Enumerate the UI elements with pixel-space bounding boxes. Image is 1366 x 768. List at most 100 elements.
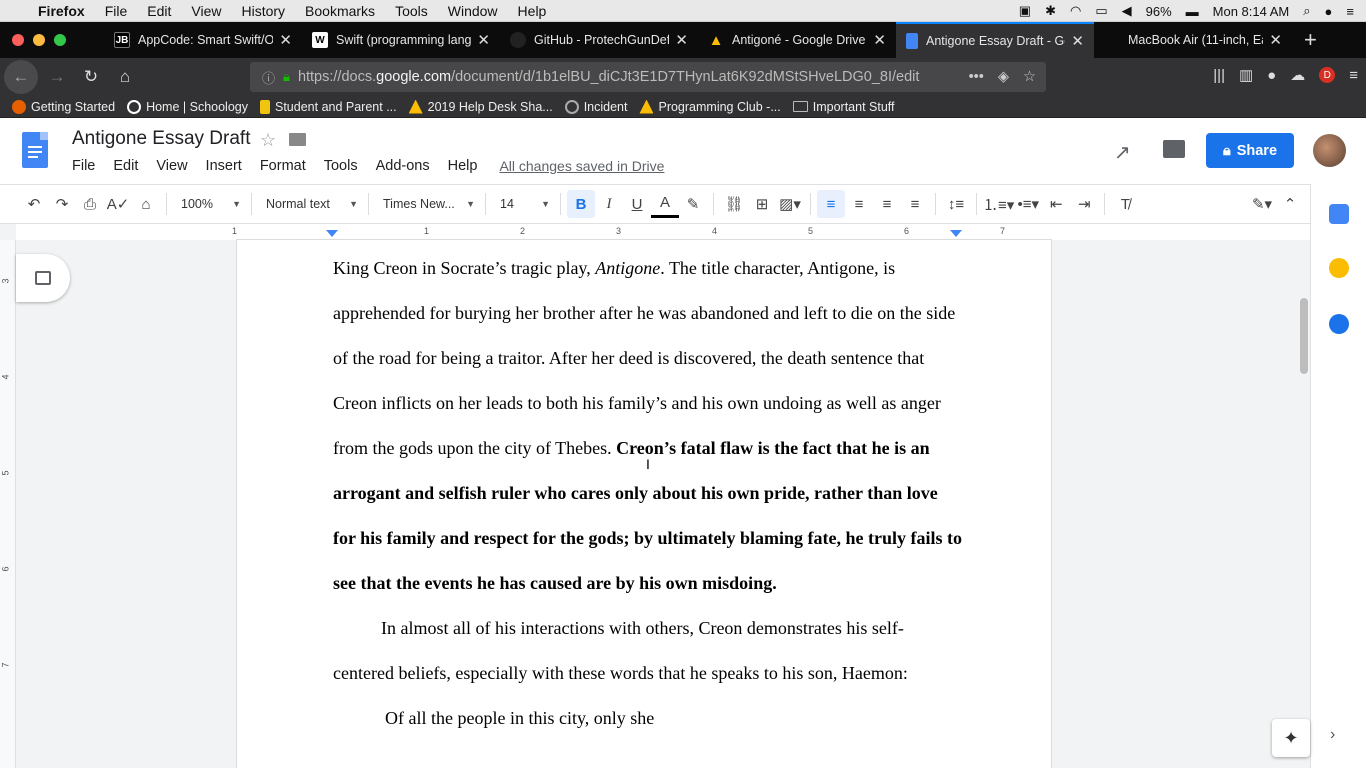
zoom-window-button[interactable] [54,34,66,46]
comments-icon[interactable] [1163,140,1185,158]
bluetooth-icon[interactable]: ✱ [1045,3,1056,19]
page-actions-icon[interactable]: ••• [969,69,984,85]
link-icon[interactable]: ⛓ [720,190,748,218]
tab-macbook-air[interactable]: MacBook Air (11-inch, Earl ✕ [1094,22,1292,58]
menu-window[interactable]: Window [448,3,498,19]
bookmark-help-desk[interactable]: 2019 Help Desk Sha... [408,99,553,114]
bookmark-programming-club[interactable]: Programming Club -... [639,99,781,114]
tab-appcode[interactable]: JB AppCode: Smart Swift/Obj ✕ [104,22,302,58]
share-button[interactable]: 🔒︎ Share [1206,133,1294,168]
docs-menu-help[interactable]: Help [448,158,478,174]
volume-icon[interactable]: ◀ [1122,3,1132,19]
clock[interactable]: Mon 8:14 AM [1213,4,1290,19]
close-window-button[interactable] [12,34,24,46]
reload-button[interactable]: ↻ [76,62,106,92]
app-menu[interactable]: Firefox [38,3,85,19]
numbered-list-icon[interactable]: ⒈≡▾ [983,190,1014,218]
minimize-window-button[interactable] [33,34,45,46]
increase-indent-icon[interactable]: ⇥ [1070,190,1098,218]
document-title[interactable]: Antigone Essay Draft [72,128,250,150]
url-bar[interactable]: ⓘ 🔒︎ https://docs.google.com/document/d/… [250,62,1046,92]
docs-menu-tools[interactable]: Tools [324,158,358,174]
docs-menu-file[interactable]: File [72,158,95,174]
left-indent-marker[interactable] [326,230,338,237]
line-spacing-icon[interactable]: ↕≡ [942,190,970,218]
bookmark-student-parent[interactable]: Student and Parent ... [260,99,397,114]
bookmark-incident[interactable]: Incident [564,99,627,114]
battery-icon[interactable]: ▬ [1186,4,1199,19]
spotlight-icon[interactable]: ⌕ [1303,3,1310,19]
save-status[interactable]: All changes saved in Drive [499,158,664,174]
back-button[interactable]: ← [4,60,38,94]
style-select[interactable]: Normal text ▼ [258,190,362,218]
new-tab-button[interactable]: + [1292,22,1317,58]
docs-menu-edit[interactable]: Edit [113,158,138,174]
document-outline-button[interactable] [16,254,70,302]
font-select[interactable]: Times New... ▼ [375,190,479,218]
battery-percent[interactable]: 96% [1146,4,1172,19]
pocket-icon[interactable]: ◈ [998,69,1009,85]
align-center-icon[interactable]: ≡ [845,190,873,218]
bookmark-folder-important[interactable]: Important Stuff [792,100,895,114]
document-page[interactable]: King Creon in Socrate’s tragic play, Ant… [236,240,1052,768]
redo-icon[interactable]: ↷ [48,190,76,218]
text-color-icon[interactable]: A [651,190,679,218]
align-right-icon[interactable]: ≡ [873,190,901,218]
bookmark-getting-started[interactable]: Getting Started [12,99,115,114]
library-icon[interactable]: ||| [1213,67,1225,84]
home-button[interactable]: ⌂ [110,62,140,92]
docs-menu-format[interactable]: Format [260,158,306,174]
menu-history[interactable]: History [241,3,285,19]
tasks-icon[interactable] [1329,314,1349,334]
star-icon[interactable]: ☆ [260,130,276,151]
close-tab-icon[interactable]: ✕ [477,31,490,49]
lock-icon[interactable]: 🔒︎ [283,69,290,85]
menu-tools[interactable]: Tools [395,3,428,19]
forward-button[interactable]: → [42,62,72,92]
zoom-select[interactable]: 100% ▼ [173,190,245,218]
tab-github[interactable]: GitHub - ProtechGunDefe ✕ [500,22,698,58]
tab-swift-wiki[interactable]: W Swift (programming langu ✕ [302,22,500,58]
clear-formatting-icon[interactable]: T̸ [1111,190,1139,218]
spellcheck-icon[interactable]: A✓ [104,190,132,218]
align-left-icon[interactable]: ≡ [817,190,845,218]
docs-menu-addons[interactable]: Add-ons [376,158,430,174]
menu-view[interactable]: View [191,3,221,19]
airplay-icon[interactable]: ▭ [1095,3,1107,19]
bookmark-schoology[interactable]: Home | Schoology [127,99,248,114]
paragraph-intro[interactable]: King Creon in Socrate’s tragic play, Ant… [333,246,963,606]
font-size-select[interactable]: 14 ▼ [492,190,554,218]
document-canvas[interactable]: King Creon in Socrate’s tragic play, Ant… [16,240,1310,768]
collapse-menus-icon[interactable]: ⌃ [1276,190,1304,218]
undo-icon[interactable]: ↶ [20,190,48,218]
highlight-icon[interactable]: ✎ [679,190,707,218]
close-tab-icon[interactable]: ✕ [1269,31,1282,49]
notification-center-icon[interactable]: ≡ [1346,4,1354,19]
calendar-icon[interactable] [1329,204,1349,224]
bookmark-star-icon[interactable]: ☆ [1023,69,1036,85]
horizontal-ruler[interactable]: 1 1 2 3 4 5 6 7 [16,224,1310,240]
underline-icon[interactable]: U [623,190,651,218]
decrease-indent-icon[interactable]: ⇤ [1042,190,1070,218]
docs-home-icon[interactable] [22,132,48,168]
bold-icon[interactable]: B [567,190,595,218]
explore-button[interactable]: ✦ [1272,719,1310,757]
document-body[interactable]: King Creon in Socrate’s tragic play, Ant… [333,246,963,741]
right-indent-marker[interactable] [950,230,962,237]
close-tab-icon[interactable]: ✕ [1071,32,1084,50]
bulleted-list-icon[interactable]: •≡▾ [1014,190,1042,218]
move-to-folder-icon[interactable] [289,133,306,146]
extension-icon[interactable]: ☁ [1290,66,1305,84]
add-comment-icon[interactable]: ⊞ [748,190,776,218]
menu-bookmarks[interactable]: Bookmarks [305,3,375,19]
block-quote[interactable]: Of all the people in this city, only she [333,696,963,741]
docs-menu-insert[interactable]: Insert [206,158,242,174]
package-icon[interactable]: ▣ [1019,3,1031,19]
insert-image-icon[interactable]: ▨▾ [776,190,804,218]
close-tab-icon[interactable]: ✕ [279,31,292,49]
keep-icon[interactable] [1329,258,1349,278]
info-icon[interactable]: ⓘ [262,68,275,87]
paragraph-body[interactable]: In almost all of his interactions with o… [333,606,963,696]
paint-format-icon[interactable]: ⌂ [132,190,160,218]
hamburger-menu-icon[interactable]: ≡ [1349,67,1358,84]
